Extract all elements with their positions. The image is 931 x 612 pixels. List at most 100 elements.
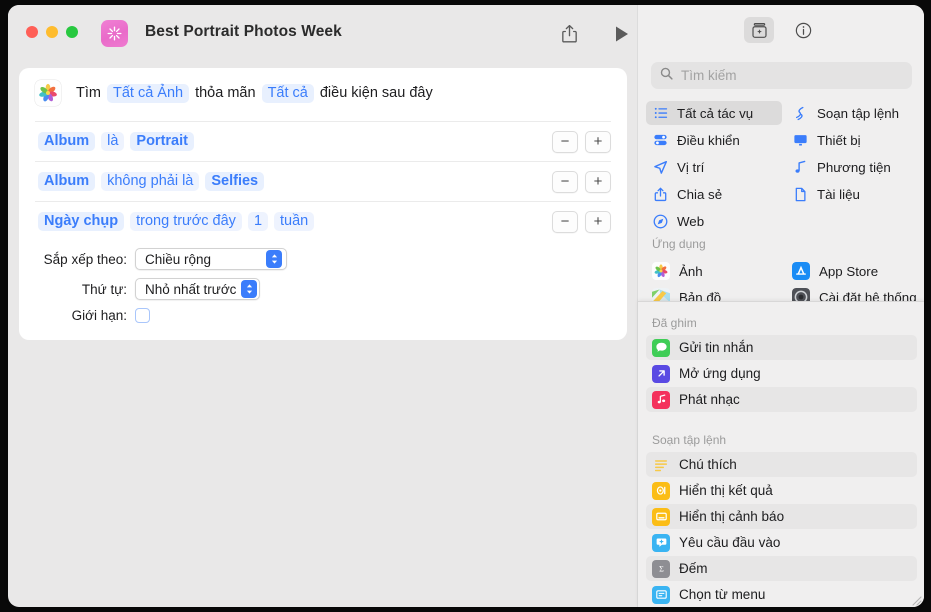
add-condition-button-3[interactable]: + <box>585 210 611 233</box>
order-select[interactable]: Nhỏ nhất trước <box>135 278 260 300</box>
open-app-icon <box>652 364 670 383</box>
order-row: Thứ tự: Nhỏ nhất trước <box>35 278 260 300</box>
condition-amount-3[interactable]: 1 <box>247 212 269 231</box>
zoom-button[interactable] <box>66 26 78 38</box>
add-condition-button-1[interactable]: + <box>585 130 611 153</box>
limit-row: Giới hạn: <box>35 308 150 323</box>
search-input[interactable]: Tìm kiếm <box>651 62 912 89</box>
sidebar-item-all-actions[interactable]: Tất cả tác vụ <box>646 101 782 125</box>
music-note-icon <box>792 160 809 175</box>
condition-operator-2[interactable]: không phải là <box>101 172 200 191</box>
scripting-item-show-result[interactable]: Hiển thị kết quả <box>646 478 917 503</box>
sidebar-item-label: Chia sẻ <box>677 186 723 202</box>
app-item-photos[interactable]: Ảnh <box>646 259 782 283</box>
screenshot-root: Best Portrait Photos Week Tìm Tất cả Ảnh… <box>0 0 931 612</box>
scripting-item-comment[interactable]: Chú thích <box>646 452 917 477</box>
condition-row-buttons-3: − + <box>552 210 611 233</box>
match-keyword: thỏa mãn <box>195 85 256 101</box>
search-placeholder: Tìm kiếm <box>681 68 737 83</box>
sidebar-item-label: Tất cả tác vụ <box>677 105 754 121</box>
sidebar-item-label: Soạn tập lệnh <box>817 105 900 121</box>
sort-by-select[interactable]: Chiều rộng <box>135 248 287 270</box>
pinned-scripting-panel: Đã ghim Gửi tin nhắn Mở ứng dụng Phát nh… <box>638 301 924 607</box>
limit-checkbox[interactable] <box>135 308 150 323</box>
condition-field-3[interactable]: Ngày chụp <box>38 212 125 231</box>
photos-app-icon <box>35 80 61 106</box>
add-condition-button-2[interactable]: + <box>585 170 611 193</box>
find-keyword: Tìm <box>76 85 101 101</box>
share-icon <box>652 187 669 202</box>
sidebar-item-web[interactable]: Web <box>646 209 782 233</box>
traffic-light-buttons <box>26 26 78 38</box>
app-item-app-store[interactable]: App Store <box>786 259 922 283</box>
order-label: Thứ tự: <box>81 281 127 297</box>
minimize-button[interactable] <box>46 26 58 38</box>
condition-value-2[interactable]: Selfies <box>205 172 265 191</box>
title-bar: Best Portrait Photos Week <box>8 5 637 62</box>
remove-condition-button-1[interactable]: − <box>552 130 578 153</box>
find-row: Tìm Tất cả Ảnh thỏa mãn Tất cả điều kiện… <box>19 68 627 118</box>
scripting-item-label: Chú thích <box>679 457 737 472</box>
pinned-item-label: Gửi tin nhắn <box>679 340 754 355</box>
condition-operator-3[interactable]: trong trước đây <box>130 212 242 231</box>
sidebar-item-label: Phương tiện <box>817 159 891 175</box>
sort-by-label: Sắp xếp theo: <box>43 251 127 267</box>
count-icon: Σ <box>652 559 670 578</box>
source-token[interactable]: Tất cả Ảnh <box>106 83 190 103</box>
sidebar-item-controls[interactable]: Điều khiển <box>646 128 782 152</box>
pinned-item-open-app[interactable]: Mở ứng dụng <box>646 361 917 386</box>
tab-action-library[interactable] <box>744 17 774 43</box>
scripting-item-show-alert[interactable]: Hiển thị cảnh báo <box>646 504 917 529</box>
close-button[interactable] <box>26 26 38 38</box>
sidebar-item-scripting[interactable]: Soạn tập lệnh <box>786 101 924 125</box>
condition-field-1[interactable]: Album <box>38 132 96 151</box>
conditions-suffix: điều kiện sau đây <box>319 85 433 101</box>
resize-grip[interactable] <box>910 593 922 606</box>
condition-row-1: Album là Portrait − + <box>35 121 611 161</box>
sidebar-item-devices[interactable]: Thiết bị <box>786 128 924 152</box>
order-value: Nhỏ nhất trước <box>145 281 237 297</box>
pinned-item-send-message[interactable]: Gửi tin nhắn <box>646 335 917 360</box>
plus-icon: + <box>593 213 603 230</box>
scripting-item-label: Yêu cầu đầu vào <box>679 535 781 550</box>
remove-condition-button-2[interactable]: − <box>552 170 578 193</box>
document-icon <box>792 187 809 202</box>
display-icon <box>792 133 809 147</box>
sidebar-item-documents[interactable]: Tài liệu <box>786 182 924 206</box>
chevron-updown-icon <box>266 250 282 268</box>
condition-value-1[interactable]: Portrait <box>130 132 194 151</box>
app-store-icon <box>792 262 810 280</box>
sidebar-item-share[interactable]: Chia sẻ <box>646 182 782 206</box>
pinned-item-play-music[interactable]: Phát nhạc <box>646 387 917 412</box>
show-result-icon <box>652 481 670 500</box>
scripting-icon <box>792 106 809 121</box>
condition-field-2[interactable]: Album <box>38 172 96 191</box>
messages-icon <box>652 338 670 357</box>
action-library-sidebar: Tìm kiếm Tất cả tác vụ Điều khiển Vị trí… <box>637 5 924 607</box>
list-bullet-icon <box>652 106 669 120</box>
plus-icon: + <box>593 173 603 190</box>
condition-tokens-1: Album là Portrait <box>35 132 197 151</box>
comment-icon <box>652 456 670 474</box>
sidebar-item-location[interactable]: Vị trí <box>646 155 782 179</box>
scripting-item-count[interactable]: Σ Đếm <box>646 556 917 581</box>
search-icon <box>660 67 673 85</box>
run-icon[interactable] <box>610 22 634 46</box>
condition-tokens-3: Ngày chụp trong trước đây 1 tuần <box>35 212 317 231</box>
quantifier-token[interactable]: Tất cả <box>261 83 314 103</box>
minus-icon: − <box>560 213 570 230</box>
chevron-updown-icon <box>241 280 258 298</box>
scripting-item-ask-input[interactable]: Yêu cầu đầu vào <box>646 530 917 555</box>
share-icon[interactable] <box>557 21 581 47</box>
condition-unit-3[interactable]: tuần <box>274 212 315 231</box>
condition-row-buttons-2: − + <box>552 170 611 193</box>
svg-text:Σ: Σ <box>659 564 664 573</box>
tab-info[interactable] <box>788 17 818 43</box>
condition-operator-1[interactable]: là <box>101 132 125 151</box>
scripting-item-label: Hiển thị kết quả <box>679 483 773 498</box>
app-item-label: Ảnh <box>679 263 703 279</box>
sidebar-item-label: Web <box>677 213 705 229</box>
scripting-item-choose-from-menu[interactable]: Chọn từ menu <box>646 582 917 607</box>
remove-condition-button-3[interactable]: − <box>552 210 578 233</box>
sidebar-item-media[interactable]: Phương tiện <box>786 155 924 179</box>
